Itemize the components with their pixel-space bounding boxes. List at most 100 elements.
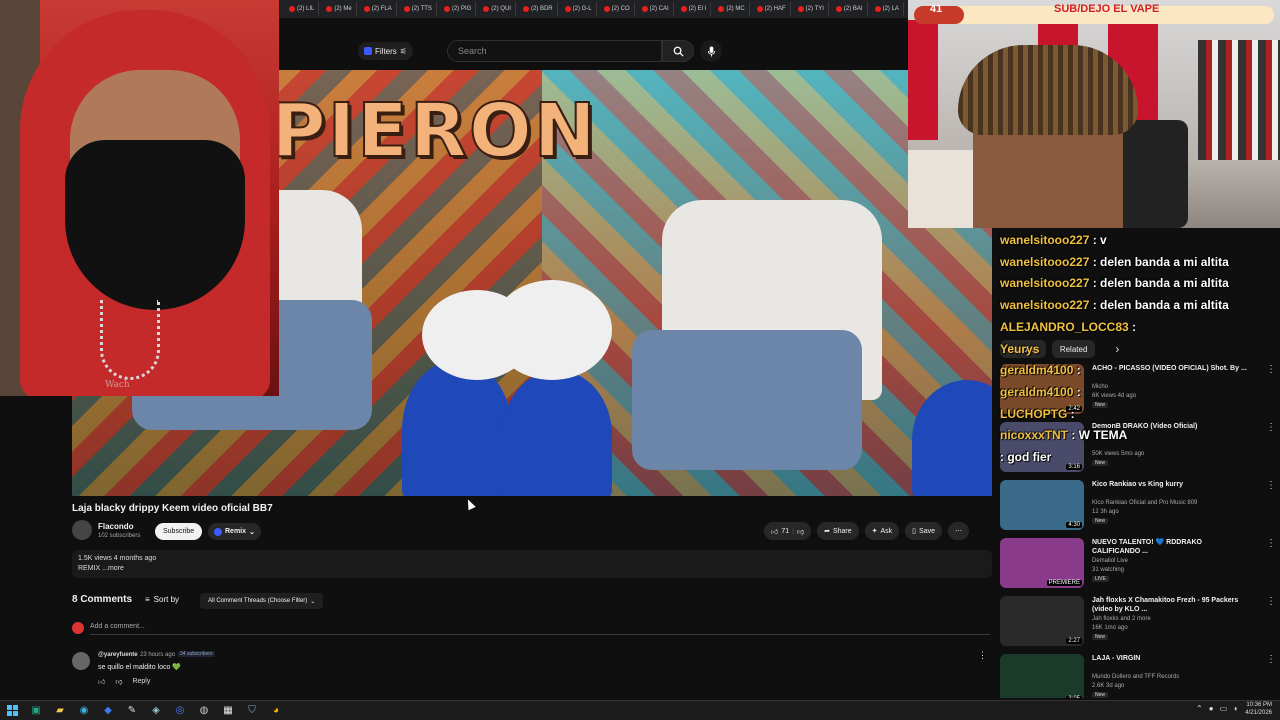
shield-icon[interactable]: ⛉ <box>244 703 260 719</box>
recommendation-title[interactable]: Kico Rankiao vs King kurry <box>1092 480 1252 489</box>
sort-label: Sort by <box>153 595 180 604</box>
more-options-icon[interactable]: ⋮ <box>1266 480 1276 491</box>
browser-tab-label: (2) TTS <box>411 6 432 12</box>
recommendation-title[interactable]: NUEVO TALENTO! 💙 RDDRAKO CALIFICANDO ... <box>1092 538 1252 556</box>
thumbs-up-icon[interactable]: 👍︎ <box>98 677 105 686</box>
chat-message: geraldm4100 : <box>1000 360 1260 382</box>
remix-button[interactable]: Remix ⌄ <box>208 523 261 540</box>
chevron-up-icon[interactable]: ⌃ <box>1196 704 1203 713</box>
add-comment-input[interactable]: Add a comment... <box>90 623 990 635</box>
browser-tab[interactable]: (2) LA <box>871 2 904 16</box>
browser-tab[interactable]: (2) CAI <box>638 2 674 16</box>
like-button[interactable]: 👍︎ 71 | 👎︎ <box>764 522 812 540</box>
browser-tab[interactable]: (2) FLA <box>360 2 397 16</box>
search-button[interactable] <box>662 40 694 62</box>
comment-author[interactable]: @yareyfuente <box>98 652 138 658</box>
chrome-icon[interactable]: ◕ <box>268 703 284 719</box>
recommendation-item[interactable]: 2:27 Jah floxks X Chamakitoo Frezh - 95 P… <box>1000 596 1280 650</box>
clock[interactable]: 10:36 PM 4/21/2026 <box>1245 701 1272 717</box>
recommendation-channel[interactable]: Kico Rankiao Oficial and Pro Music 809 <box>1092 500 1197 506</box>
subscribe-button[interactable]: Subscribe <box>155 523 203 540</box>
browser-tab[interactable]: (2) QUI <box>479 2 516 16</box>
search-icon <box>673 46 684 57</box>
user-avatar <box>72 622 84 634</box>
volume-icon[interactable]: ◖ <box>1233 704 1238 713</box>
edge-icon[interactable]: ◉ <box>76 703 92 719</box>
recommendation-item[interactable]: PREMIERE NUEVO TALENTO! 💙 RDDRAKO CALIFIC… <box>1000 538 1280 592</box>
more-options-icon[interactable]: ⋮ <box>1266 364 1276 375</box>
store-icon[interactable]: ◆ <box>100 703 116 719</box>
browser-tab-label: (2) PIG <box>451 6 472 12</box>
comment-thread-filter[interactable]: All Comment Threads (Choose Filter) ⌄ <box>200 593 324 609</box>
windows-start-icon[interactable] <box>4 703 20 719</box>
like-count: 71 <box>781 527 790 535</box>
recommendation-title[interactable]: Jah floxks X Chamakitoo Frezh - 95 Packe… <box>1092 596 1252 614</box>
browser-tab[interactable]: (2) BDR <box>519 2 558 16</box>
thumbs-down-icon[interactable]: 👎︎ <box>115 677 122 686</box>
recommendation-channel[interactable]: Jah floxks and 2 more <box>1092 616 1151 622</box>
recommendation-item[interactable]: 4:30 Kico Rankiao vs King kurry Kico Ranki… <box>1000 480 1280 534</box>
more-actions-button[interactable]: ⋯ <box>948 522 969 540</box>
browser-tab[interactable]: (2) El I <box>677 2 712 16</box>
channel-avatar[interactable] <box>72 520 92 540</box>
more-options-icon[interactable]: ⋮ <box>1266 596 1276 607</box>
chat-text: : <box>1073 384 1081 399</box>
browser-tab[interactable]: (2) Me <box>322 2 357 16</box>
app-icon[interactable]: ▣ <box>28 703 44 719</box>
filters-label: Filters <box>375 46 397 56</box>
browser-tab[interactable]: (2) LIL <box>285 2 320 16</box>
browser-tab[interactable]: (2) PIG <box>440 2 477 16</box>
voice-search-button[interactable] <box>700 40 722 62</box>
share-button[interactable]: ➦ Share <box>817 522 859 540</box>
recommendation-item[interactable]: 3:05 LAJA - VIRGIN Mundo Dollero and TFF R… <box>1000 654 1280 698</box>
browser-tab[interactable]: (2) G-L <box>561 2 597 16</box>
more-options-icon[interactable]: ⋮ <box>1266 422 1276 433</box>
view-stats: 1.5K views 4 months ago <box>78 555 157 562</box>
browser-tab[interactable]: (2) BAI <box>832 2 868 16</box>
microphone-icon[interactable]: ● <box>1209 704 1214 713</box>
sort-by-button[interactable]: ≡ Sort by <box>145 595 179 604</box>
folder-icon[interactable]: ▰ <box>52 703 68 719</box>
steam-icon[interactable]: ◈ <box>148 703 164 719</box>
obs-icon[interactable]: ◍ <box>196 703 212 719</box>
browser-tab-label: (2) LIL <box>297 6 315 12</box>
browser-tab[interactable]: (2) HAF <box>753 2 791 16</box>
network-icon[interactable]: ▭ <box>1220 704 1228 713</box>
thumbs-up-icon: 👍︎ <box>771 528 779 536</box>
comment-time[interactable]: 23 hours ago <box>140 652 175 658</box>
recommendation-meta: 2.6K 3d ago <box>1092 683 1125 689</box>
recommendation-channel[interactable]: Demaliol Live <box>1092 558 1128 564</box>
recommendation-thumbnail[interactable]: PREMIERE <box>1000 538 1084 588</box>
recommendation-thumbnail[interactable]: 4:30 <box>1000 480 1084 530</box>
channel-name[interactable]: Flacondo <box>98 522 134 531</box>
recommendation-channel[interactable]: Mundo Dollero and TFF Records <box>1092 674 1179 680</box>
comment-menu-icon[interactable]: ⋮ <box>978 650 987 661</box>
youtube-favicon-icon <box>483 6 490 12</box>
more-options-icon[interactable]: ⋮ <box>1266 538 1276 549</box>
ask-button[interactable]: ✦ Ask <box>864 522 900 540</box>
clothes-rack <box>1198 40 1280 160</box>
browser-tab[interactable]: (2) TTS <box>400 2 437 16</box>
recommendation-thumbnail[interactable]: 2:27 <box>1000 596 1084 646</box>
reply-button[interactable]: Reply <box>132 678 150 685</box>
youtube-favicon-icon <box>680 6 687 12</box>
browser-tab[interactable]: (2) MC <box>714 2 750 16</box>
recommendation-title[interactable]: LAJA - VIRGIN <box>1092 654 1252 663</box>
chat-username: wanelsitooo227 <box>1000 233 1090 247</box>
save-button[interactable]: ▯ Save <box>905 522 942 540</box>
filters-button[interactable]: Filters ⚟ <box>358 42 413 60</box>
chat-username: geraldm4100 <box>1000 363 1074 378</box>
calendar-icon[interactable]: ▦ <box>220 703 236 719</box>
more-options-icon[interactable]: ⋮ <box>1266 654 1276 665</box>
app-icon[interactable]: ◎ <box>172 703 188 719</box>
comment-avatar[interactable] <box>72 652 90 670</box>
recommendation-thumbnail[interactable]: 3:05 <box>1000 654 1084 698</box>
chat-username: geraldm4100 <box>1000 384 1074 399</box>
youtube-favicon-icon <box>835 6 842 12</box>
app-icon[interactable]: ✎ <box>124 703 140 719</box>
search-input[interactable]: Search <box>447 40 662 62</box>
description-box[interactable]: 1.5K views 4 months ago REMIX ...more <box>72 550 992 578</box>
thumbs-down-icon[interactable]: 👎︎ <box>797 527 804 536</box>
browser-tab[interactable]: (2) TYI <box>794 2 829 16</box>
browser-tab[interactable]: (2) CO <box>600 2 635 16</box>
